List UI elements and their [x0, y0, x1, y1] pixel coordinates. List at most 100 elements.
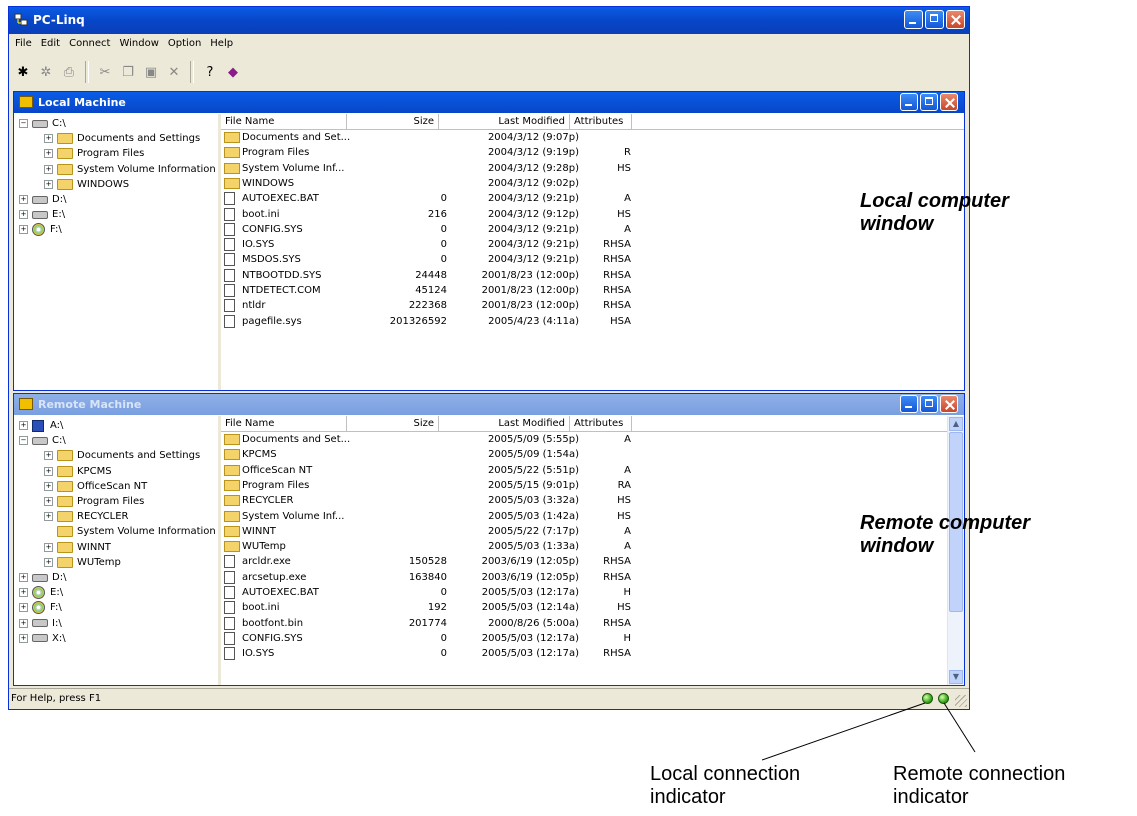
file-row[interactable]: OfficeScan NT 2005/5/22 (5:51p) A: [221, 463, 641, 478]
file-row[interactable]: pagefile.sys 201326592 2005/4/23 (4:11a) HS…: [221, 314, 641, 329]
file-row[interactable]: boot.ini 216 2004/3/12 (9:12p) HS: [221, 207, 641, 222]
tree-node[interactable]: + F:\: [19, 600, 62, 615]
tree-node[interactable]: + Program Files: [44, 494, 144, 509]
scroll-up-icon[interactable]: ▲: [949, 417, 963, 431]
tree-node[interactable]: + D:\: [19, 192, 66, 207]
tree-node[interactable]: + Documents and Settings: [44, 131, 200, 146]
collapse-icon[interactable]: −: [19, 436, 28, 446]
menu-file[interactable]: File: [11, 35, 37, 53]
tree-node[interactable]: + KPCMS: [44, 464, 112, 479]
file-row[interactable]: CONFIG.SYS 0 2004/3/12 (9:21p) A: [221, 222, 641, 237]
header-last-modified[interactable]: Last Modified: [439, 416, 570, 431]
file-row[interactable]: CONFIG.SYS 0 2005/5/03 (12:17a) H: [221, 631, 641, 646]
remote-minimize-button[interactable]: [900, 395, 918, 413]
tree-node[interactable]: + Program Files: [44, 146, 144, 161]
header-last-modified[interactable]: Last Modified: [439, 114, 570, 129]
remote-maximize-button[interactable]: [920, 395, 938, 413]
expand-icon[interactable]: +: [19, 573, 28, 582]
tree-node[interactable]: + A:\: [19, 418, 63, 433]
local-title-bar[interactable]: Local Machine: [14, 92, 964, 113]
resize-grip[interactable]: [955, 695, 967, 707]
local-close-button[interactable]: [940, 93, 958, 111]
tree-node[interactable]: − C:\: [19, 116, 66, 131]
menu-window[interactable]: Window: [115, 35, 163, 53]
file-row[interactable]: System Volume Inf... 2004/3/12 (9:28p) HS: [221, 161, 641, 176]
tree-node[interactable]: + E:\: [19, 207, 65, 222]
menu-edit[interactable]: Edit: [37, 35, 65, 53]
file-row[interactable]: System Volume Inf... 2005/5/03 (1:42a) HS: [221, 509, 641, 524]
file-row[interactable]: NTBOOTDD.SYS 24448 2001/8/23 (12:00p) RHSA: [221, 268, 641, 283]
expand-icon[interactable]: +: [44, 149, 53, 159]
connect-icon[interactable]: ✱: [13, 62, 33, 82]
expand-icon[interactable]: +: [44, 512, 53, 522]
menu-help[interactable]: Help: [206, 35, 238, 53]
file-row[interactable]: Program Files 2005/5/15 (9:01p) RA: [221, 478, 641, 493]
file-row[interactable]: RECYCLER 2005/5/03 (3:32a) HS: [221, 493, 641, 508]
file-row[interactable]: NTDETECT.COM 45124 2001/8/23 (12:00p) RHSA: [221, 283, 641, 298]
tree-node[interactable]: + F:\: [19, 222, 62, 237]
file-row[interactable]: AUTOEXEC.BAT 0 2004/3/12 (9:21p) A: [221, 191, 641, 206]
header-attributes[interactable]: Attributes: [570, 416, 632, 431]
tree-node[interactable]: + Documents and Settings: [44, 448, 200, 463]
header-attributes[interactable]: Attributes: [570, 114, 632, 129]
file-row[interactable]: IO.SYS 0 2005/5/03 (12:17a) RHSA: [221, 646, 641, 661]
header-file-name[interactable]: File Name: [221, 416, 347, 431]
delete-icon[interactable]: ✕: [164, 62, 184, 82]
expand-icon[interactable]: +: [44, 557, 53, 567]
tree-node[interactable]: + System Volume Information: [44, 162, 216, 177]
remote-close-button[interactable]: [940, 395, 958, 413]
scroll-down-icon[interactable]: ▼: [949, 670, 963, 684]
expand-icon[interactable]: +: [44, 164, 53, 174]
file-row[interactable]: bootfont.bin 201774 2000/8/26 (5:00a) RHSA: [221, 616, 641, 631]
file-row[interactable]: WINNT 2005/5/22 (7:17p) A: [221, 524, 641, 539]
close-button[interactable]: [946, 10, 965, 29]
expand-icon[interactable]: +: [19, 633, 28, 643]
expand-icon[interactable]: +: [44, 451, 53, 461]
expand-icon[interactable]: +: [44, 466, 53, 476]
expand-icon[interactable]: +: [44, 481, 53, 491]
expand-icon[interactable]: +: [19, 618, 28, 628]
file-row[interactable]: Documents and Set... 2005/5/09 (5:55p) A: [221, 432, 641, 447]
expand-icon[interactable]: +: [19, 421, 28, 430]
expand-icon[interactable]: +: [44, 497, 53, 506]
print-icon[interactable]: ⎙: [59, 62, 79, 82]
file-row[interactable]: IO.SYS 0 2004/3/12 (9:21p) RHSA: [221, 237, 641, 252]
copy-icon[interactable]: ❐: [118, 62, 138, 82]
expand-icon[interactable]: +: [19, 195, 28, 204]
cut-icon[interactable]: ✂: [95, 62, 115, 82]
file-row[interactable]: AUTOEXEC.BAT 0 2005/5/03 (12:17a) H: [221, 585, 641, 600]
local-maximize-button[interactable]: [920, 93, 938, 111]
header-file-name[interactable]: File Name: [221, 114, 347, 129]
expand-icon[interactable]: +: [44, 179, 53, 189]
file-row[interactable]: WUTemp 2005/5/03 (1:33a) A: [221, 539, 641, 554]
file-row[interactable]: WINDOWS 2004/3/12 (9:02p): [221, 176, 641, 191]
tree-node[interactable]: + WINDOWS: [44, 177, 129, 192]
file-row[interactable]: arcsetup.exe 163840 2003/6/19 (12:05p) RHSA: [221, 570, 641, 585]
tree-node[interactable]: + I:\: [19, 616, 62, 631]
tree-node[interactable]: + WUTemp: [44, 555, 121, 570]
local-minimize-button[interactable]: [900, 93, 918, 111]
file-row[interactable]: Documents and Set... 2004/3/12 (9:07p): [221, 130, 641, 145]
book-icon[interactable]: ◆: [223, 62, 243, 82]
collapse-icon[interactable]: −: [19, 119, 28, 128]
expand-icon[interactable]: +: [44, 542, 53, 552]
expand-icon[interactable]: +: [44, 134, 53, 144]
file-row[interactable]: arcldr.exe 150528 2003/6/19 (12:05p) RHSA: [221, 554, 641, 569]
tree-node[interactable]: + WINNT: [44, 540, 111, 555]
tree-node[interactable]: + D:\: [19, 570, 66, 585]
header-size[interactable]: Size: [347, 416, 439, 431]
remote-title-bar[interactable]: Remote Machine: [14, 394, 964, 415]
expand-icon[interactable]: +: [19, 225, 28, 235]
file-row[interactable]: MSDOS.SYS 0 2004/3/12 (9:21p) RHSA: [221, 252, 641, 267]
tree-node[interactable]: System Volume Information: [44, 524, 216, 539]
paste-icon[interactable]: ▣: [141, 62, 161, 82]
file-row[interactable]: boot.ini 192 2005/5/03 (12:14a) HS: [221, 600, 641, 615]
menu-connect[interactable]: Connect: [65, 35, 115, 53]
expand-icon[interactable]: +: [19, 588, 28, 598]
disconnect-icon[interactable]: ✲: [36, 62, 56, 82]
minimize-button[interactable]: [904, 10, 923, 29]
header-size[interactable]: Size: [347, 114, 439, 129]
maximize-button[interactable]: [925, 10, 944, 29]
tree-node[interactable]: + X:\: [19, 631, 66, 646]
app-title-bar[interactable]: PC-Linq: [9, 7, 969, 34]
